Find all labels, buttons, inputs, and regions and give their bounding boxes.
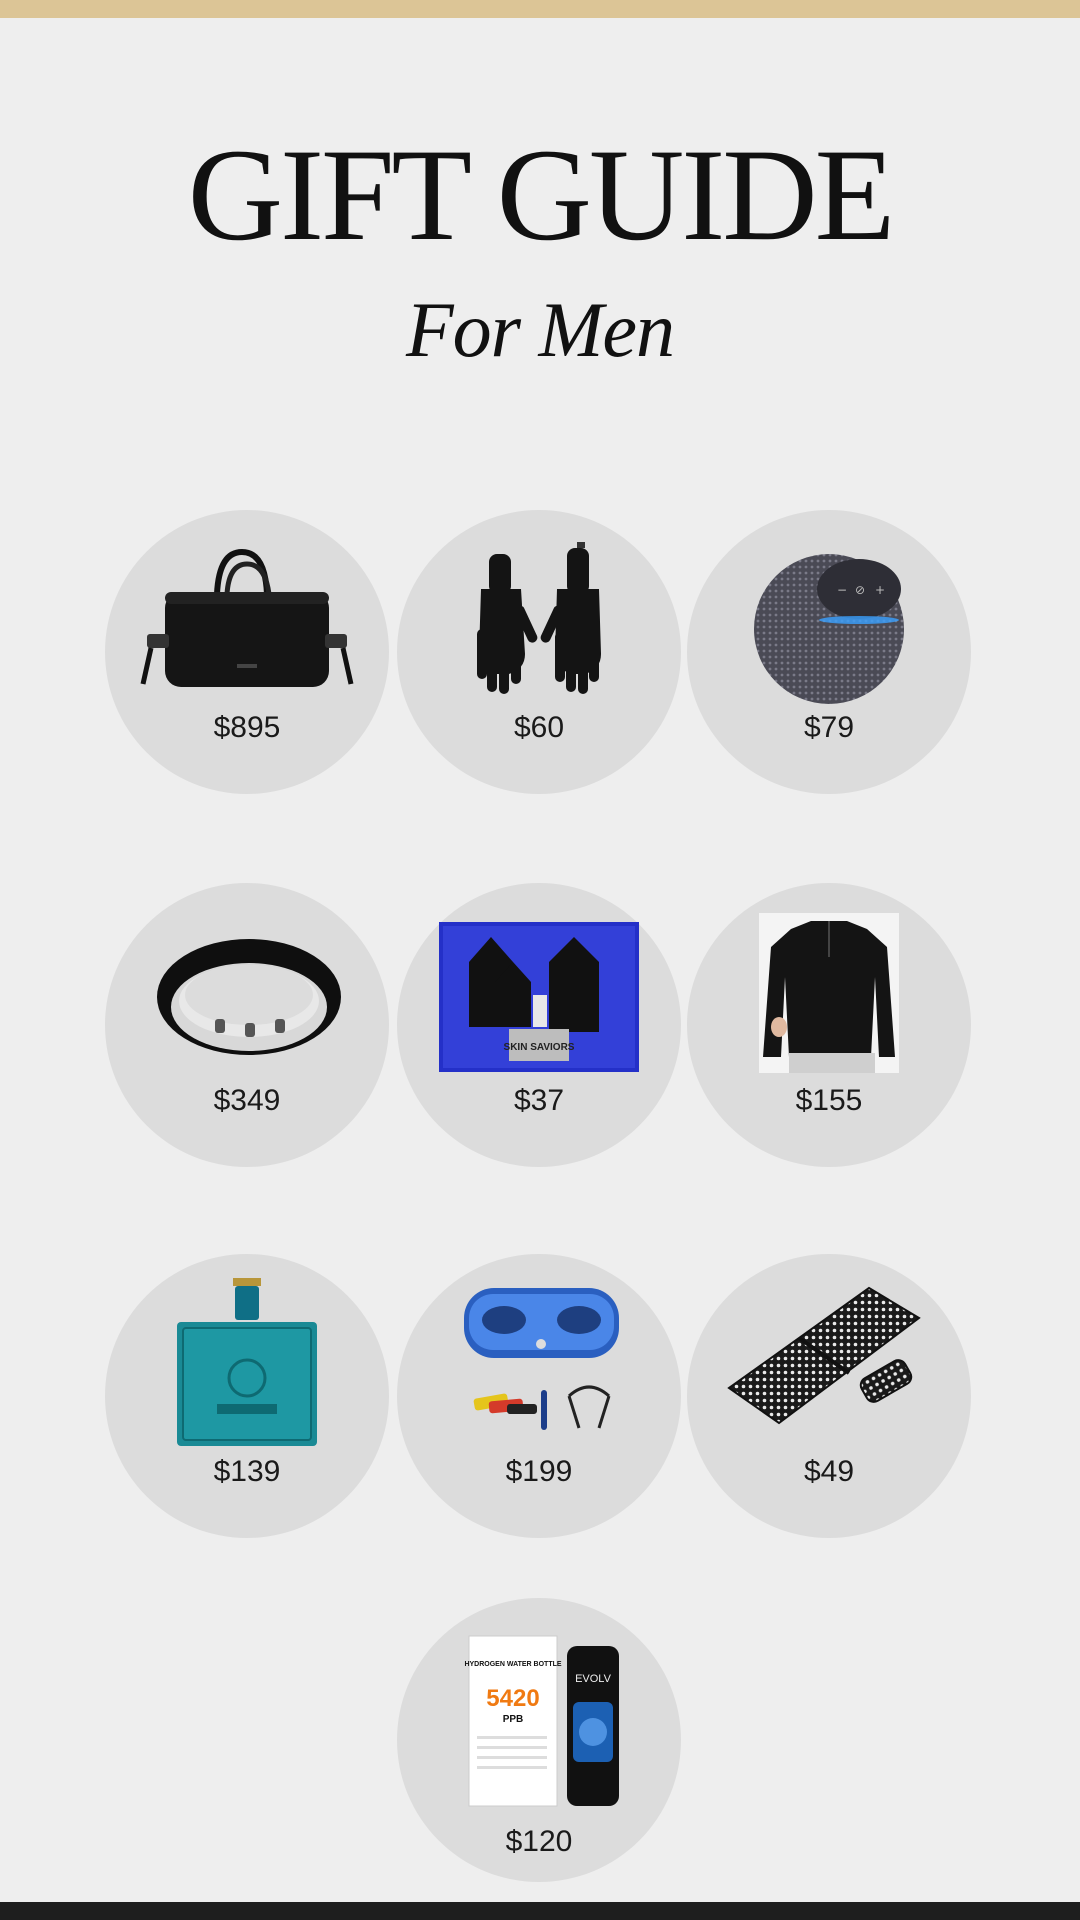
smart-speaker-icon: − ⊘ + xyxy=(754,554,904,704)
bottle-box-value: 5420 xyxy=(486,1685,539,1712)
product-card-acupressure-mat[interactable]: $49 xyxy=(687,1254,971,1538)
quarter-zip-sweater-icon xyxy=(759,913,899,1073)
smart-ring-icon xyxy=(157,939,341,1055)
bottle-box-label: HYDROGEN WATER BOTTLE xyxy=(464,1661,561,1668)
duffel-bag-icon xyxy=(140,548,354,687)
product-price: $120 xyxy=(505,1825,573,1858)
product-price: $139 xyxy=(213,1455,281,1488)
product-card-smart-ring[interactable]: $349 xyxy=(105,883,389,1167)
bottle-brand: EVOLV xyxy=(575,1673,612,1685)
skincare-box-label: SKIN SAVIORS xyxy=(504,1042,575,1053)
cologne-bottle-icon xyxy=(177,1278,317,1446)
product-card-vibration-plate[interactable]: $199 xyxy=(397,1254,681,1538)
product-price: $79 xyxy=(803,711,855,744)
product-card-quarter-zip-sweater[interactable]: $155 xyxy=(687,883,971,1167)
hydrogen-water-bottle-icon: HYDROGEN WATER BOTTLE 5420 PPB EVOLV xyxy=(464,1635,619,1807)
product-card-gloves[interactable]: $60 xyxy=(397,510,681,794)
product-price: $37 xyxy=(513,1084,565,1117)
product-card-duffel-bag[interactable]: $895 xyxy=(105,510,389,794)
bottom-bar xyxy=(0,1902,1080,1920)
bottle-box-unit: PPB xyxy=(503,1714,524,1725)
skincare-set-icon: SKIN SAVIORS xyxy=(439,922,639,1072)
acupressure-mat-icon xyxy=(727,1286,921,1425)
product-price: $49 xyxy=(803,1455,855,1488)
product-card-skincare-set[interactable]: SKIN SAVIORS $37 xyxy=(397,883,681,1167)
top-accent-bar xyxy=(0,0,1080,18)
vibration-plate-icon xyxy=(464,1288,619,1430)
product-price: $349 xyxy=(213,1084,281,1117)
product-card-smart-speaker[interactable]: − ⊘ + $79 xyxy=(687,510,971,794)
page-title: GIFT GUIDE xyxy=(187,121,896,268)
page-subtitle: For Men xyxy=(405,286,675,373)
svg-text:+: + xyxy=(875,583,885,597)
gloves-icon xyxy=(477,542,601,694)
product-price: $155 xyxy=(795,1084,863,1117)
svg-text:⊘: ⊘ xyxy=(855,583,865,597)
product-card-hydrogen-water-bottle[interactable]: HYDROGEN WATER BOTTLE 5420 PPB EVOLV $12… xyxy=(397,1598,681,1882)
svg-text:−: − xyxy=(837,583,847,597)
product-card-cologne[interactable]: $139 xyxy=(105,1254,389,1538)
product-price: $60 xyxy=(513,711,565,744)
product-price: $199 xyxy=(505,1455,573,1488)
product-price: $895 xyxy=(213,711,281,744)
